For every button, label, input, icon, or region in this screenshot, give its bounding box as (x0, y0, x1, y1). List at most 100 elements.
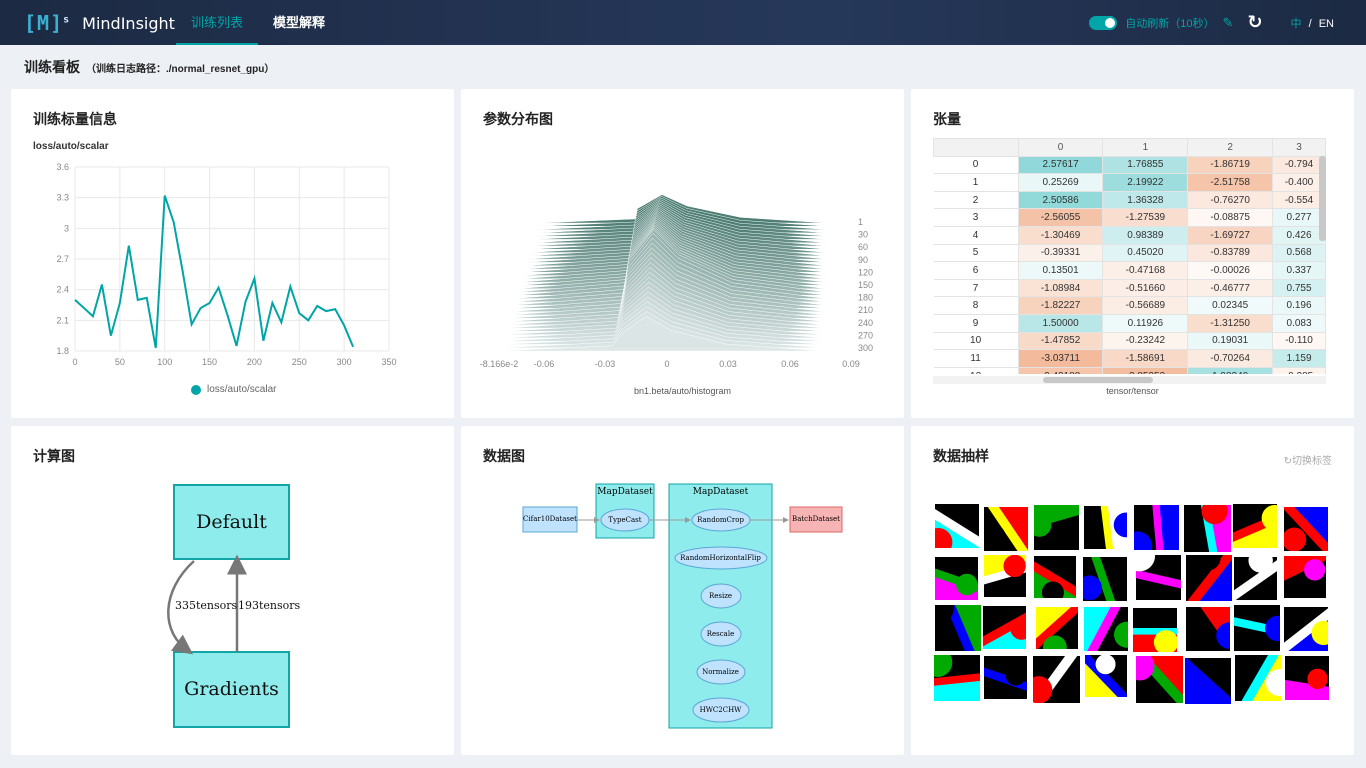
tensor-row-index: 6 (933, 261, 1019, 280)
sample-image-thumbnail[interactable] (1034, 556, 1077, 599)
tensor-table[interactable]: 0123 0 2.57617 1.76855 -1.86719 -0.794 1 0.252… (933, 138, 1326, 374)
op-rescale[interactable]: Rescale (669, 630, 772, 638)
app-name: MindInsight (82, 13, 175, 33)
x-tick-label: 50 (115, 357, 125, 367)
tensor-cell: -0.46777 (1187, 278, 1274, 298)
tensor-cell: 0.568 (1272, 243, 1326, 263)
sample-image-thumbnail[interactable] (1133, 504, 1179, 550)
refresh-icon[interactable]: ↻ (1247, 12, 1262, 33)
sample-image-thumbnail[interactable] (1233, 504, 1278, 549)
op-randomcrop[interactable]: RandomCrop (669, 516, 772, 524)
sample-image-thumbnail[interactable] (1283, 606, 1328, 651)
app-logo[interactable]: [M]s MindInsight (24, 8, 175, 38)
scalar-legend[interactable]: loss/auto/scalar (191, 384, 276, 395)
tensor-cell: -0.56689 (1102, 296, 1189, 315)
tensor-cell: 1.50000 (1017, 313, 1104, 333)
y-tick-label: 1.8 (56, 346, 69, 356)
legend-label: loss/auto/scalar (207, 384, 277, 395)
tensor-card[interactable]: 张量 0123 0 2.57617 1.76855 -1.86719 -0.794 1 0.… (911, 89, 1354, 418)
sample-image-thumbnail[interactable] (1035, 606, 1078, 649)
sample-image-thumbnail[interactable] (1185, 606, 1230, 651)
tensor-row: 8 -1.82227 -0.56689 0.02345 0.196 (933, 296, 1326, 315)
tensor-cell: 0.02345 (1187, 296, 1274, 315)
switch-tag-button[interactable]: ↻切换标签 (1284, 452, 1332, 467)
sample-image-thumbnail[interactable] (1135, 554, 1181, 600)
x-tick-label: 150 (202, 357, 217, 367)
sample-image-thumbnail[interactable] (1083, 557, 1128, 602)
sample-image-thumbnail[interactable] (1133, 607, 1178, 652)
sample-image-thumbnail[interactable] (934, 504, 979, 549)
tensor-row-index: 2 (933, 190, 1019, 210)
histogram-y-tick: 300 (858, 343, 873, 353)
histogram-card[interactable]: 参数分布图 1 30 60 90 120 150 180 210 240 270 300 -8.166… (461, 89, 904, 418)
vertical-scrollbar[interactable] (1319, 156, 1326, 241)
tensor-cell: -0.76270 (1187, 190, 1274, 210)
sample-image-thumbnail[interactable] (983, 606, 1027, 650)
sample-image-thumbnail[interactable] (934, 605, 981, 652)
lang-zh[interactable]: 中 (1291, 18, 1302, 30)
sample-image-thumbnail[interactable] (983, 507, 1028, 552)
sample-image-thumbnail[interactable] (1084, 506, 1128, 550)
sample-image-thumbnail[interactable] (1284, 656, 1329, 701)
sample-image-thumbnail[interactable] (1084, 606, 1129, 651)
tensor-cell: -1.31250 (1187, 313, 1274, 333)
edit-icon[interactable]: ✎ (1223, 15, 1234, 31)
op-normalize[interactable]: Normalize (669, 668, 772, 676)
op-hwc2chw[interactable]: HWC2CHW (669, 706, 772, 714)
sample-image-thumbnail[interactable] (1185, 554, 1232, 601)
tensor-cell: -0.110 (1272, 331, 1326, 351)
sample-image-thumbnail[interactable] (935, 557, 979, 601)
tensor-row: 5 -0.39331 0.45020 -0.83789 0.568 (933, 243, 1326, 263)
auto-refresh-toggle[interactable] (1089, 15, 1118, 30)
computation-graph[interactable] (11, 426, 454, 755)
tensor-cell: -1.30469 (1017, 225, 1104, 245)
tab-model-explain[interactable]: 模型解释 (258, 0, 340, 45)
tensor-col-header: 0 (1017, 138, 1104, 157)
x-tick-label: 200 (247, 357, 262, 367)
lang-en[interactable]: EN (1319, 18, 1334, 30)
graph-card[interactable]: 计算图 Default Gradients 335tensors 193tens… (11, 426, 454, 755)
sample-image-thumbnail[interactable] (1233, 557, 1277, 601)
image-sample-card[interactable]: 数据抽样 ↻切换标签 (911, 426, 1354, 755)
image-thumbnail-grid[interactable] (933, 504, 1333, 709)
tensor-cell: 0.083 (1272, 313, 1326, 333)
dataset-graph-card[interactable]: 数据图 Cifar10Dataset MapDataset TypeCast M… (461, 426, 904, 755)
histogram-chart[interactable]: 1 30 60 90 120 150 180 210 240 270 300 -8.166e-2 -0.… (461, 89, 904, 418)
tensor-cell: -1.27539 (1102, 208, 1189, 227)
tensor-cell: -0.554 (1272, 190, 1326, 210)
op-resize[interactable]: Resize (669, 592, 772, 600)
sample-image-thumbnail[interactable] (1034, 504, 1080, 550)
sample-image-thumbnail[interactable] (1235, 655, 1282, 702)
histogram-y-tick: 90 (858, 255, 868, 265)
tensor-cell: -1.58691 (1102, 349, 1189, 368)
sample-image-thumbnail[interactable] (1033, 655, 1081, 703)
sample-image-thumbnail[interactable] (983, 555, 1026, 598)
y-tick-label: 3.6 (56, 162, 69, 172)
tensor-cell: 2.50586 (1017, 190, 1104, 210)
sample-image-thumbnail[interactable] (1184, 657, 1231, 704)
tab-train-list[interactable]: 训练列表 (176, 0, 259, 45)
edge-down-label: 335tensors (175, 599, 238, 612)
sample-image-thumbnail[interactable] (933, 655, 980, 702)
tensor-row: 7 -1.08984 -0.51660 -0.46777 0.755 (933, 278, 1326, 298)
sample-image-thumbnail[interactable] (1284, 507, 1329, 552)
sample-image-thumbnail[interactable] (1135, 655, 1183, 703)
horizontal-scrollbar[interactable] (933, 376, 1326, 384)
sample-image-thumbnail[interactable] (1233, 604, 1280, 651)
tensor-row: 6 0.13501 -0.47168 -0.00026 0.337 (933, 261, 1326, 280)
sample-image-thumbnail[interactable] (1084, 655, 1127, 698)
x-tick-label: 100 (157, 357, 172, 367)
histogram-y-tick: 30 (858, 230, 868, 240)
op-typecast[interactable]: TypeCast (601, 516, 649, 524)
scalar-card[interactable]: 训练标量信息 loss/auto/scalar 1.8 2.1 2.4 2.7 3 3.3… (11, 89, 454, 418)
op-randomhorizontalflip[interactable]: RandomHorizontalFlip (669, 554, 772, 562)
source-label: Cifar10Dataset (523, 515, 577, 523)
scalar-line-chart[interactable]: 1.8 2.1 2.4 2.7 3 3.3 3.6 0 50 100 150 200 250 300 350 (11, 89, 454, 418)
histogram-x-tick: 0.09 (842, 359, 860, 369)
tensor-cell: 2.19922 (1102, 173, 1189, 192)
sample-image-thumbnail[interactable] (1284, 555, 1327, 598)
tensor-cell: 0.196 (1272, 296, 1326, 315)
sample-image-thumbnail[interactable] (1184, 504, 1232, 552)
edge-up-label: 193tensors (238, 599, 301, 612)
sample-image-thumbnail[interactable] (984, 656, 1028, 700)
